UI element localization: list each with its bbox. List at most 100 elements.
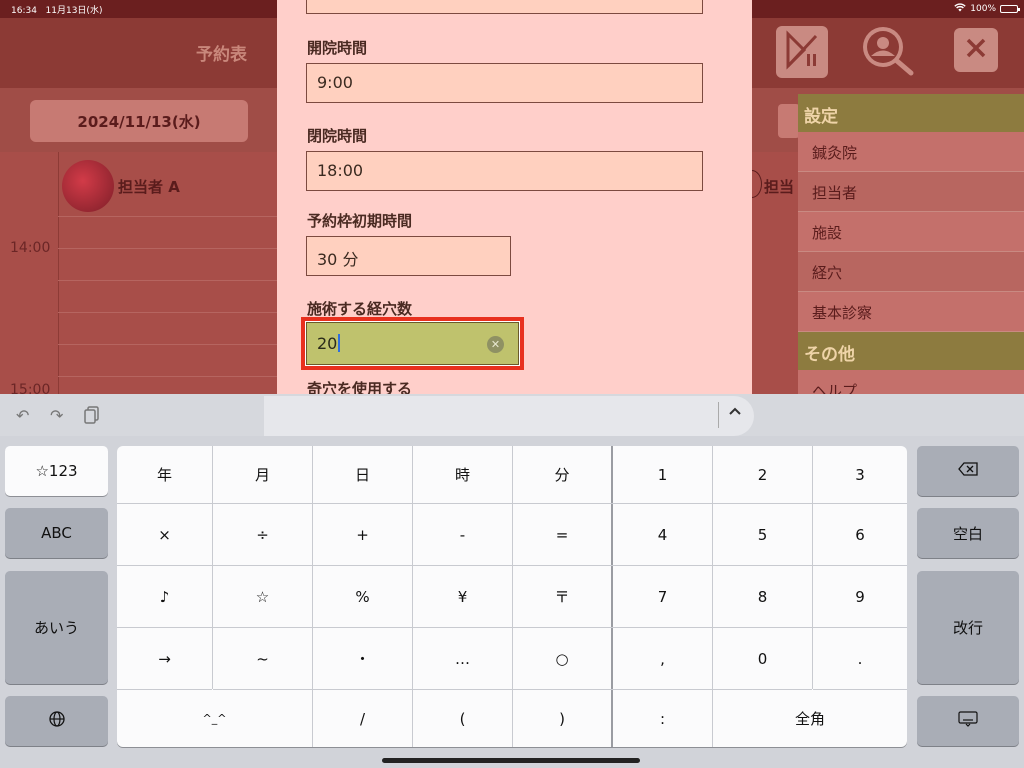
key-digit[interactable]: 1 xyxy=(613,446,712,503)
paste-icon[interactable] xyxy=(84,406,100,428)
divider xyxy=(58,216,59,396)
key-digit[interactable]: 5 xyxy=(713,504,812,565)
key-symbol[interactable]: ☆ xyxy=(213,566,312,627)
key-digit[interactable]: 7 xyxy=(613,566,712,627)
key-symbol[interactable]: ○ xyxy=(513,628,611,689)
key-symbol[interactable]: / xyxy=(313,690,412,747)
divider xyxy=(58,376,280,377)
staff-name: 担当者 A xyxy=(118,178,180,196)
key-digit[interactable]: , xyxy=(613,628,712,689)
menu-item-staff[interactable]: 担当者 xyxy=(798,172,1024,212)
key-digit[interactable]: . xyxy=(813,628,907,689)
slot-duration-field[interactable]: 30 分 xyxy=(306,236,511,276)
key-symbol[interactable]: × xyxy=(117,504,212,565)
return-key[interactable]: 改行 xyxy=(917,571,1019,684)
wifi-icon xyxy=(954,3,966,15)
key-symbol[interactable]: ÷ xyxy=(213,504,312,565)
close-icon xyxy=(964,36,988,64)
status-right: 100% xyxy=(954,3,1020,15)
space-key[interactable]: 空白 xyxy=(917,508,1019,558)
suggestion-bar[interactable] xyxy=(264,396,754,436)
menu-section-settings: 設定 xyxy=(798,94,1024,132)
close-time-field[interactable]: 18:00 xyxy=(306,151,703,191)
divider xyxy=(58,280,280,281)
divider xyxy=(58,248,280,249)
text-caret xyxy=(338,334,340,352)
key-symbol[interactable]: ・ xyxy=(313,628,412,689)
key-symbol[interactable]: ) xyxy=(513,690,611,747)
field-label-open-time: 開院時間 xyxy=(307,39,368,57)
backspace-icon xyxy=(958,462,978,480)
key-grid: 年月日時分 1 2 3 × ÷ + - = 4 5 6 ♪ ☆% ¥ 〒 7 8 9 → ~ ・… ○, 0. ^_^ /(): 全… xyxy=(117,446,907,747)
backspace-key[interactable] xyxy=(917,446,1019,496)
settings-menu: 設定 鍼灸院 担当者 施設 経穴 基本診察 その他 ヘルプ xyxy=(798,94,1024,410)
keyboard-icon xyxy=(958,711,978,731)
status-time: 16:34 11月13日(水) xyxy=(11,6,103,16)
key-symbol[interactable]: … xyxy=(413,628,512,689)
clear-icon[interactable]: ✕ xyxy=(487,336,504,353)
divider xyxy=(718,402,719,428)
date-button[interactable]: 2024/11/13(水) xyxy=(30,100,248,142)
key-symbol[interactable]: 年 xyxy=(117,446,212,503)
key-symbol[interactable]: ♪ xyxy=(117,566,212,627)
open-time-field[interactable]: 9:00 xyxy=(306,63,703,103)
menu-item-clinic[interactable]: 鍼灸院 xyxy=(798,132,1024,172)
dismiss-keyboard-key[interactable] xyxy=(917,696,1019,746)
key-digit[interactable]: 8 xyxy=(713,566,812,627)
chevron-up-icon[interactable] xyxy=(728,404,742,420)
divider xyxy=(58,344,280,345)
battery-percent: 100% xyxy=(970,4,996,14)
kana-key[interactable]: あいう xyxy=(5,571,108,684)
divider xyxy=(58,312,280,313)
key-symbol[interactable]: = xyxy=(513,504,611,565)
battery-icon xyxy=(1000,5,1020,13)
user-search-icon xyxy=(859,23,917,81)
key-digit[interactable]: 4 xyxy=(613,504,712,565)
key-symbol[interactable]: 月 xyxy=(213,446,312,503)
menu-item-facility[interactable]: 施設 xyxy=(798,212,1024,252)
menu-item-basic-exam[interactable]: 基本診察 xyxy=(798,292,1024,332)
key-digit[interactable]: 3 xyxy=(813,446,907,503)
key-symbol[interactable]: ¥ xyxy=(413,566,512,627)
key-symbol[interactable]: → xyxy=(117,628,212,689)
keyboard: ↶ ↷ ☆123 ABC あいう 空白 改行 年 月 日 時 分 1 2 3 ×… xyxy=(0,394,1024,768)
globe-icon xyxy=(48,711,65,731)
menu-item-acupoint[interactable]: 経穴 xyxy=(798,252,1024,292)
view-toggle-button[interactable] xyxy=(778,104,800,138)
keyboard-toolbar: ↶ ↷ xyxy=(0,394,1024,436)
key-symbol[interactable]: ( xyxy=(413,690,512,747)
time-label: 14:00 xyxy=(10,240,51,256)
key-symbol[interactable]: 分 xyxy=(513,446,611,503)
key-digit[interactable]: 6 xyxy=(813,504,907,565)
play-pause-icon xyxy=(782,30,822,74)
key-symbol[interactable]: ^_^ xyxy=(117,690,312,747)
redo-icon[interactable]: ↷ xyxy=(50,406,63,425)
symbols-key[interactable]: ☆123 xyxy=(5,446,108,496)
abc-key[interactable]: ABC xyxy=(5,508,108,558)
key-symbol[interactable]: 日 xyxy=(313,446,412,503)
key-digit[interactable]: 0 xyxy=(713,628,812,689)
previous-field[interactable] xyxy=(306,0,703,14)
field-label-acupoint-count: 施術する経穴数 xyxy=(307,300,413,318)
key-symbol[interactable]: % xyxy=(313,566,412,627)
key-symbol[interactable]: - xyxy=(413,504,512,565)
close-button[interactable] xyxy=(954,28,998,72)
user-search-button[interactable] xyxy=(858,24,918,80)
full-width-key[interactable]: 全角 xyxy=(713,690,907,747)
play-pause-button[interactable] xyxy=(776,26,828,78)
field-label-close-time: 閉院時間 xyxy=(307,127,368,145)
divider xyxy=(58,216,280,217)
page-title: 予約表 xyxy=(196,45,247,65)
field-label-slot-duration: 予約枠初期時間 xyxy=(307,212,413,230)
menu-section-other: その他 xyxy=(798,332,1024,370)
undo-icon[interactable]: ↶ xyxy=(16,406,29,425)
key-symbol[interactable]: 時 xyxy=(413,446,512,503)
home-indicator xyxy=(382,758,640,763)
globe-key[interactable] xyxy=(5,696,108,746)
key-digit[interactable]: 9 xyxy=(813,566,907,627)
key-symbol[interactable]: 〒 xyxy=(513,566,611,627)
key-digit[interactable]: 2 xyxy=(713,446,812,503)
key-symbol[interactable]: + xyxy=(313,504,412,565)
key-symbol[interactable]: ~ xyxy=(213,628,312,689)
key-symbol[interactable]: : xyxy=(613,690,712,747)
